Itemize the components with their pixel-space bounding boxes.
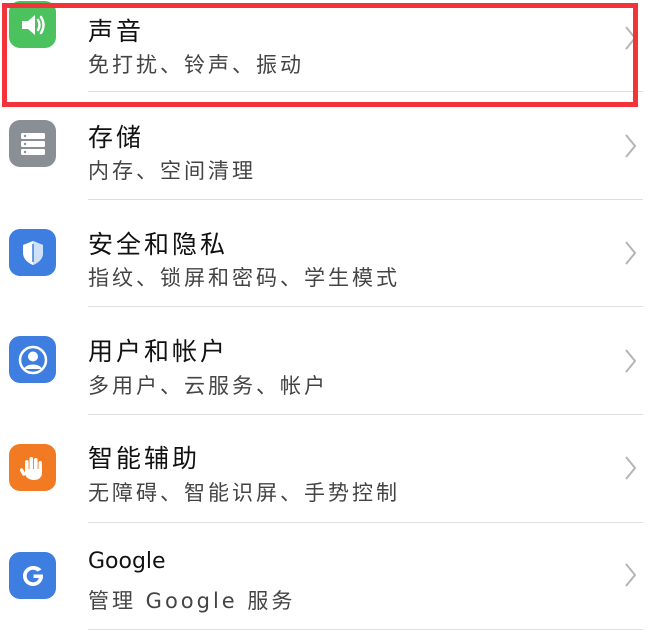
settings-item-title: 存储: [88, 123, 145, 152]
settings-item-google[interactable]: Google 管理 Google 服务: [0, 523, 650, 630]
settings-item-subtitle: 内存、空间清理: [88, 159, 256, 183]
settings-item-title: 安全和隐私: [88, 230, 229, 259]
chevron-right-icon: [625, 26, 637, 50]
chevron-right-icon: [625, 134, 637, 158]
settings-item-title: Google: [88, 549, 166, 574]
settings-item-subtitle: 无障碍、智能识屏、手势控制: [88, 481, 400, 505]
storage-icon: [9, 120, 56, 167]
chevron-right-icon: [625, 563, 637, 587]
chevron-right-icon: [625, 241, 637, 265]
speaker-icon: [9, 1, 56, 48]
settings-item-subtitle: 免打扰、铃声、振动: [88, 53, 304, 77]
chevron-right-icon: [625, 349, 637, 373]
settings-item-title: 声音: [88, 17, 145, 46]
settings-item-title: 用户和帐户: [88, 337, 229, 366]
settings-item-smart-assist[interactable]: 智能辅助 无障碍、智能识屏、手势控制: [0, 415, 650, 523]
user-icon: [9, 336, 56, 383]
settings-item-subtitle: 管理 Google 服务: [88, 589, 296, 613]
settings-item-accounts[interactable]: 用户和帐户 多用户、云服务、帐户: [0, 307, 650, 415]
settings-item-storage[interactable]: 存储 内存、空间清理: [0, 91, 650, 200]
settings-item-subtitle: 多用户、云服务、帐户: [88, 374, 328, 398]
settings-item-title: 智能辅助: [88, 444, 201, 473]
settings-item-security[interactable]: 安全和隐私 指纹、锁屏和密码、学生模式: [0, 200, 650, 307]
google-icon: [9, 552, 56, 599]
settings-item-subtitle: 指纹、锁屏和密码、学生模式: [88, 266, 400, 290]
chevron-right-icon: [625, 456, 637, 480]
divider: [88, 629, 643, 630]
hand-icon: [9, 444, 56, 491]
shield-icon: [9, 229, 56, 276]
settings-item-sound[interactable]: 声音 免打扰、铃声、振动: [0, 0, 650, 92]
